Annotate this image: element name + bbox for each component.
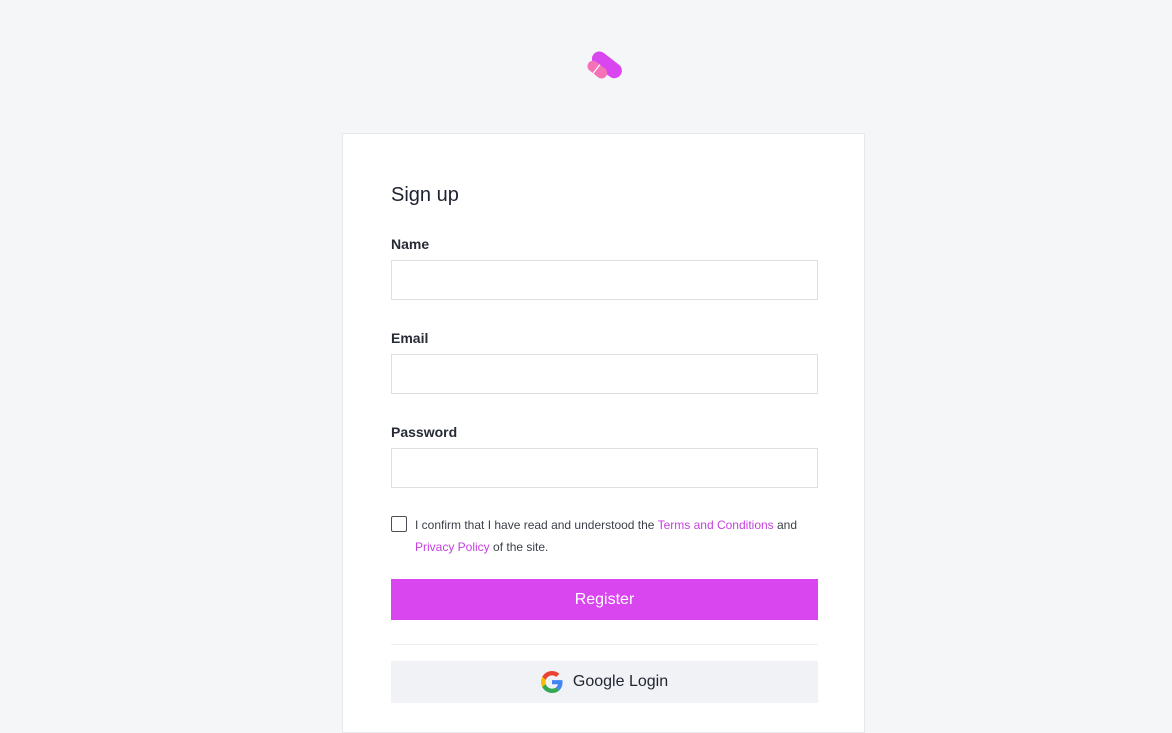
confirm-checkbox[interactable]: [391, 516, 407, 532]
password-input[interactable]: [391, 448, 818, 488]
signup-card: Sign up Name Email Password I confirm th…: [342, 133, 865, 733]
pill-logo-icon: [587, 51, 622, 79]
confirm-text-before: I confirm that I have read and understoo…: [415, 518, 658, 532]
google-login-button[interactable]: Google Login: [391, 661, 818, 703]
email-input[interactable]: [391, 354, 818, 394]
confirm-text-after: of the site.: [489, 540, 549, 554]
confirm-text: I confirm that I have read and understoo…: [415, 514, 815, 558]
email-label: Email: [391, 330, 429, 346]
password-label: Password: [391, 424, 458, 440]
page-title: Sign up: [391, 184, 459, 206]
terms-link[interactable]: Terms and Conditions: [658, 518, 774, 532]
google-logo-icon: [540, 671, 563, 693]
name-input[interactable]: [391, 260, 818, 300]
privacy-link[interactable]: Privacy Policy: [415, 540, 490, 554]
name-label: Name: [391, 236, 430, 252]
register-button[interactable]: Register: [391, 579, 818, 620]
google-login-label: Google Login: [572, 673, 669, 690]
confirm-text-middle: and: [773, 518, 798, 532]
divider: [391, 644, 818, 645]
